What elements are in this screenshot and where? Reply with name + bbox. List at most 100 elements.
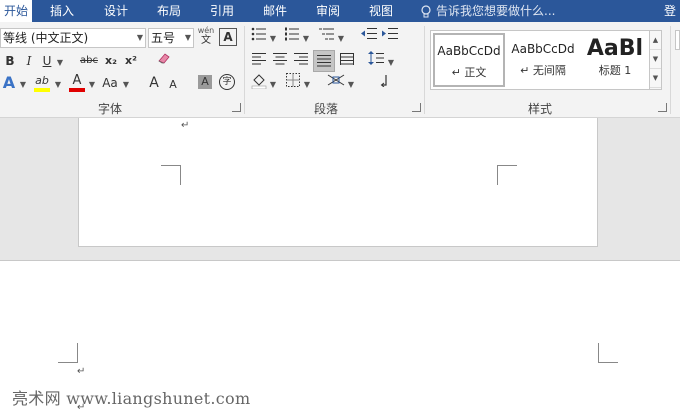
shrink-font-button[interactable]: A — [166, 75, 180, 95]
decrease-indent-button[interactable] — [360, 27, 378, 47]
font-size-combo[interactable]: 五号 ▼ — [148, 28, 194, 48]
tab-view[interactable]: 视图 — [363, 0, 399, 22]
font-name-value: 等线 (中文正文) — [3, 31, 89, 45]
align-center-icon — [273, 53, 287, 65]
font-color-dropdown[interactable]: ▼ — [87, 73, 97, 93]
numbering-button[interactable] — [283, 27, 301, 47]
tab-references[interactable]: 引用 — [204, 0, 240, 22]
chevron-down-icon: ▼ — [269, 34, 277, 43]
align-left-button[interactable] — [250, 51, 268, 71]
tab-review[interactable]: 审阅 — [310, 0, 346, 22]
borders-icon — [286, 73, 300, 87]
character-border-button[interactable]: A — [219, 28, 237, 46]
text-effects-button[interactable]: A — [0, 73, 18, 93]
chevron-down-icon: ▼ — [302, 34, 310, 43]
font-color-button[interactable]: A — [68, 71, 86, 92]
group-separator — [244, 26, 245, 114]
font-size-value: 五号 — [151, 31, 176, 45]
underline-dropdown[interactable]: ▼ — [55, 51, 65, 71]
eraser-icon — [158, 53, 170, 64]
font-name-combo[interactable]: 等线 (中文正文) ▼ — [0, 28, 146, 48]
bold-button[interactable]: B — [2, 51, 18, 71]
tab-mailings[interactable]: 邮件 — [257, 0, 293, 22]
line-spacing-button[interactable] — [366, 51, 386, 71]
styles-dialog-launcher[interactable] — [658, 103, 667, 112]
group-separator — [424, 26, 425, 114]
superscript-button[interactable]: x² — [123, 51, 139, 71]
multilevel-list-icon — [319, 28, 334, 40]
tab-design[interactable]: 设计 — [98, 0, 134, 22]
align-right-icon — [294, 53, 308, 65]
shading-button[interactable] — [250, 73, 268, 93]
style-heading-1[interactable]: AaBl 标题 1 — [579, 33, 651, 87]
chinese-layout-button[interactable] — [326, 73, 346, 93]
font-color-label: A — [72, 73, 82, 88]
paint-bucket-icon — [251, 74, 267, 90]
show-hide-marks-button[interactable] — [376, 73, 394, 93]
lightbulb-icon — [421, 4, 431, 17]
bullets-button[interactable] — [250, 27, 268, 47]
shading-dropdown[interactable]: ▼ — [269, 73, 277, 93]
phonetic-guide-button[interactable]: wén 文 — [197, 26, 215, 46]
clear-formatting-button[interactable] — [155, 51, 173, 71]
highlight-color-bar — [34, 88, 50, 92]
sign-in-button[interactable]: 登 — [664, 0, 680, 22]
underline-button[interactable]: U — [40, 51, 54, 71]
borders-button[interactable] — [284, 73, 302, 93]
font-dialog-launcher[interactable] — [232, 103, 241, 112]
font-group-label: 字体 — [97, 102, 122, 116]
distributed-button[interactable] — [338, 51, 356, 71]
chevron-down-icon: ▼ — [54, 80, 62, 89]
highlight-button[interactable]: ab — [32, 71, 52, 92]
paragraph-dialog-launcher[interactable] — [412, 103, 421, 112]
paragraph-group-label: 段落 — [313, 102, 338, 116]
increase-indent-button[interactable] — [381, 27, 399, 47]
editing-button[interactable] — [675, 30, 680, 50]
tell-me-search[interactable]: 告诉我您想要做什么... — [420, 0, 555, 22]
line-spacing-icon — [368, 51, 384, 65]
chevron-down-icon: ▼ — [347, 80, 355, 89]
strikethrough-button[interactable]: abc — [78, 51, 100, 71]
highlight-dropdown[interactable]: ▼ — [53, 73, 63, 93]
ribbon: 等线 (中文正文) ▼ 五号 ▼ wén 文 A B I U ▼ abc x₂ … — [0, 22, 680, 118]
page-1: ↵ — [78, 118, 598, 247]
chinese-layout-dropdown[interactable]: ▼ — [347, 73, 355, 93]
change-case-button[interactable]: Aa — [100, 73, 120, 93]
bullet-list-icon — [251, 27, 266, 41]
subscript-button[interactable]: x₂ — [103, 51, 119, 71]
tab-layout[interactable]: 布局 — [151, 0, 187, 22]
justify-button[interactable] — [313, 50, 335, 72]
multilevel-list-button[interactable] — [318, 27, 336, 47]
line-spacing-dropdown[interactable]: ▼ — [387, 51, 395, 71]
document-canvas: ↵ — [0, 118, 680, 260]
style-no-spacing[interactable]: AaBbCcDd ↵ 无间隔 — [507, 33, 579, 87]
tab-home[interactable]: 开始 — [0, 0, 32, 22]
borders-dropdown[interactable]: ▼ — [303, 73, 311, 93]
bullets-dropdown[interactable]: ▼ — [269, 27, 277, 47]
align-left-icon — [252, 53, 266, 65]
scroll-down-icon[interactable]: ▼ — [650, 50, 661, 69]
character-shading-button[interactable]: A — [198, 75, 212, 89]
style-normal[interactable]: AaBbCcDd ↵ 正文 — [433, 33, 505, 87]
distributed-icon — [340, 53, 354, 65]
numbering-dropdown[interactable]: ▼ — [302, 27, 310, 47]
chevron-down-icon: ▼ — [19, 80, 27, 89]
gallery-scroller[interactable]: ▲ ▼ ▼ — [649, 31, 661, 89]
change-case-dropdown[interactable]: ▼ — [121, 73, 131, 93]
italic-button[interactable]: I — [22, 51, 36, 71]
show-marks-icon — [380, 75, 387, 88]
font-color-bar — [69, 88, 85, 92]
multilevel-list-dropdown[interactable]: ▼ — [337, 27, 345, 47]
scroll-up-icon[interactable]: ▲ — [650, 31, 661, 50]
grow-font-button[interactable]: A — [146, 73, 162, 93]
gallery-more-icon[interactable]: ▼ — [650, 69, 661, 88]
text-effects-dropdown[interactable]: ▼ — [18, 73, 28, 93]
align-center-button[interactable] — [271, 51, 289, 71]
tab-insert[interactable]: 插入 — [44, 0, 80, 22]
numbered-list-icon — [285, 27, 299, 41]
margin-corner-mark — [497, 165, 517, 185]
align-right-button[interactable] — [292, 51, 310, 71]
group-separator — [670, 26, 671, 114]
enclose-characters-button[interactable]: 字 — [219, 74, 235, 90]
tell-me-text: 告诉我您想要做什么... — [436, 4, 556, 18]
